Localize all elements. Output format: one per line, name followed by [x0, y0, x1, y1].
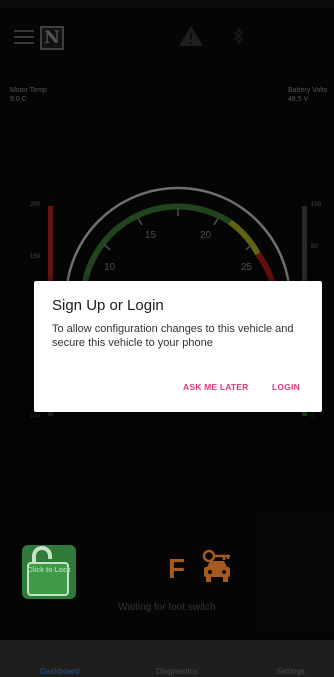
- waiting-status-text: Waiting for foot switch: [118, 602, 216, 613]
- car-key-icon: [202, 549, 230, 582]
- bottom-navigation: Dashboard Diagnostics Settings: [0, 640, 334, 677]
- dialog-message: To allow configuration changes to this v…: [52, 323, 294, 349]
- dialog-title: Sign Up or Login: [52, 297, 164, 314]
- login-dialog: Sign Up or Login To allow configuration …: [34, 281, 322, 412]
- gear-indicator: F: [168, 553, 186, 584]
- lock-button[interactable]: Click to Lock: [22, 545, 76, 599]
- lock-button-label: Click to Lock: [27, 567, 71, 574]
- nav-settings[interactable]: Settings: [276, 667, 305, 676]
- nav-dashboard[interactable]: Dashboard: [40, 667, 79, 676]
- login-button[interactable]: LOGIN: [272, 382, 300, 392]
- nav-diagnostics[interactable]: Diagnostics: [156, 667, 197, 676]
- ask-me-later-button[interactable]: ASK ME LATER: [183, 382, 249, 392]
